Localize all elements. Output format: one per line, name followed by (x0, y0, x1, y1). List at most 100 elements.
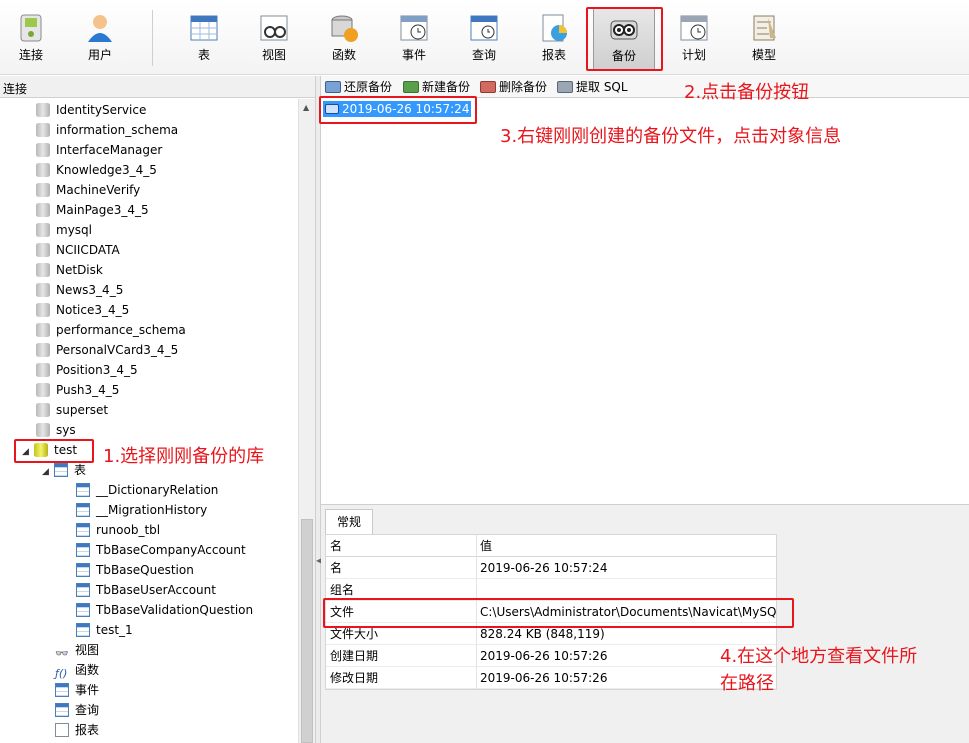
property-row: 创建日期 2019-06-26 10:57:26 (326, 645, 776, 667)
toolbar-report-button[interactable]: 报表 (523, 8, 585, 70)
tree-table-item[interactable]: TbBaseValidationQuestion (76, 600, 253, 620)
property-row: 修改日期 2019-06-26 10:57:26 (326, 667, 776, 689)
tree-db-item[interactable]: information_schema (36, 120, 178, 140)
tree-db-item[interactable]: NetDisk (36, 260, 103, 280)
restore-backup-button[interactable]: 还原备份 (325, 79, 392, 95)
toolbar-model-button[interactable]: 模型 (733, 8, 795, 70)
database-open-icon (34, 443, 48, 457)
tree-table-item[interactable]: __DictionaryRelation (76, 480, 218, 500)
tree-scrollbar[interactable]: ▲ (298, 99, 315, 743)
toolbar-event-button[interactable]: 事件 (383, 8, 445, 70)
tab-general[interactable]: 常规 (325, 509, 373, 534)
annotation-step-1: 1.选择刚刚备份的库 (103, 446, 265, 467)
table-label: TbBaseQuestion (96, 563, 194, 577)
toolbar-user-button[interactable]: 用户 (69, 8, 131, 70)
table-icon (76, 563, 90, 577)
navicat-window: 连接 用户 表 视图 函数 事件 查询 报表 备份 计划 模型 连接 Ident… (0, 0, 969, 743)
tree-table-item[interactable]: test_1 (76, 620, 133, 640)
database-icon (36, 363, 50, 377)
function-icon: ƒ() (55, 667, 68, 680)
toolbar-view-button[interactable]: 视图 (243, 8, 305, 70)
tree-db-item[interactable]: InterfaceManager (36, 140, 162, 160)
tree-reports-node[interactable]: 报表 (55, 720, 99, 740)
toolbar-function-button[interactable]: 函数 (313, 8, 375, 70)
connection-pane-header: 连接 (0, 76, 318, 98)
delete-label: 删除备份 (499, 80, 548, 94)
table-icon (76, 523, 90, 537)
tree-queries-node[interactable]: 查询 (55, 700, 99, 720)
properties-header: 名值 (326, 535, 776, 557)
scrollbar-thumb[interactable] (301, 519, 313, 743)
tree-events-node[interactable]: 事件 (55, 680, 99, 700)
expanded-triangle-icon[interactable]: ◢ (22, 442, 32, 462)
tree-table-item[interactable]: TbBaseCompanyAccount (76, 540, 246, 560)
property-key: 修改日期 (330, 671, 379, 685)
tree-db-item-selected[interactable]: ◢ test (22, 440, 77, 460)
toolbar-query-button[interactable]: 查询 (453, 8, 515, 70)
tree-table-item[interactable]: __MigrationHistory (76, 500, 207, 520)
toolbar-connection-button[interactable]: 连接 (0, 8, 62, 70)
connection-icon (20, 14, 42, 42)
backup-file-item[interactable]: 2019-06-26 10:57:24 (323, 101, 472, 117)
table-icon (76, 503, 90, 517)
new-backup-icon (403, 81, 419, 93)
database-icon (36, 343, 50, 357)
db-label: MachineVerify (56, 183, 141, 197)
tree-db-item[interactable]: Notice3_4_5 (36, 300, 129, 320)
tree-tables-node[interactable]: ◢ 表 (42, 460, 86, 480)
tree-db-item[interactable]: NCIICDATA (36, 240, 120, 260)
tree-db-item[interactable]: mysql (36, 220, 92, 240)
properties-table: 名值 名 2019-06-26 10:57:24 组名 文件 C:\Users\Ad… (325, 534, 777, 690)
db-label: Push3_4_5 (56, 383, 120, 397)
db-label: InterfaceManager (56, 143, 163, 157)
tree-views-node[interactable]: 👓 视图 (55, 640, 99, 660)
backup-list: 2019-06-26 10:57:24 (321, 99, 969, 504)
tree-db-item[interactable]: MachineVerify (36, 180, 140, 200)
table-icon (190, 15, 218, 41)
table-label: test_1 (96, 623, 133, 637)
annotation-step-4-line1: 4.在这个地方查看文件所 (720, 646, 918, 667)
tree-db-item[interactable]: performance_schema (36, 320, 186, 340)
toolbar-label: 计划 (681, 48, 706, 62)
tree-db-item[interactable]: superset (36, 400, 108, 420)
tree-db-item[interactable]: sys (36, 420, 76, 440)
database-icon (36, 283, 50, 297)
property-key: 名 (330, 561, 343, 575)
header-value: 值 (480, 539, 493, 553)
delete-backup-button[interactable]: 删除备份 (480, 79, 547, 95)
toolbar-table-button[interactable]: 表 (173, 8, 235, 70)
tree-table-item[interactable]: TbBaseUserAccount (76, 580, 216, 600)
database-icon (36, 103, 50, 117)
database-icon (36, 383, 50, 397)
property-row-file: 文件 C:\Users\Administrator\Documents\Navic… (326, 601, 776, 623)
expanded-triangle-icon[interactable]: ◢ (42, 462, 52, 482)
tree-db-item[interactable]: Position3_4_5 (36, 360, 138, 380)
tree-db-item[interactable]: Knowledge3_4_5 (36, 160, 157, 180)
tree-functions-node[interactable]: ƒ() 函数 (55, 660, 99, 680)
property-value-file-path[interactable]: C:\Users\Administrator\Documents\Navicat… (480, 601, 776, 623)
connection-tree: IdentityService information_schema Inter… (0, 99, 298, 743)
scroll-up-icon[interactable]: ▲ (303, 103, 309, 112)
backup-icon (610, 20, 638, 40)
tree-db-item[interactable]: News3_4_5 (36, 280, 123, 300)
tree-db-item[interactable]: Push3_4_5 (36, 380, 119, 400)
tree-db-item[interactable]: MainPage3_4_5 (36, 200, 149, 220)
db-label: Notice3_4_5 (56, 303, 130, 317)
tree-db-item[interactable]: PersonalVCard3_4_5 (36, 340, 178, 360)
new-backup-button[interactable]: 新建备份 (403, 79, 470, 95)
extract-sql-button[interactable]: 提取 SQL (557, 79, 628, 95)
table-icon (76, 543, 90, 557)
db-label: Knowledge3_4_5 (56, 163, 157, 177)
tree-table-item[interactable]: TbBaseQuestion (76, 560, 194, 580)
toolbar-backup-button[interactable]: 备份 (593, 8, 655, 70)
database-icon (36, 263, 50, 277)
db-label: superset (56, 403, 109, 417)
tree-db-item[interactable]: IdentityService (36, 100, 146, 120)
tree-table-item[interactable]: runoob_tbl (76, 520, 160, 540)
toolbar-label: 备份 (611, 49, 636, 63)
table-icon (54, 463, 68, 477)
toolbar-schedule-button[interactable]: 计划 (663, 8, 725, 70)
node-label: 查询 (75, 703, 100, 717)
property-value: 2019-06-26 10:57:24 (480, 561, 608, 575)
db-label: Position3_4_5 (56, 363, 138, 377)
